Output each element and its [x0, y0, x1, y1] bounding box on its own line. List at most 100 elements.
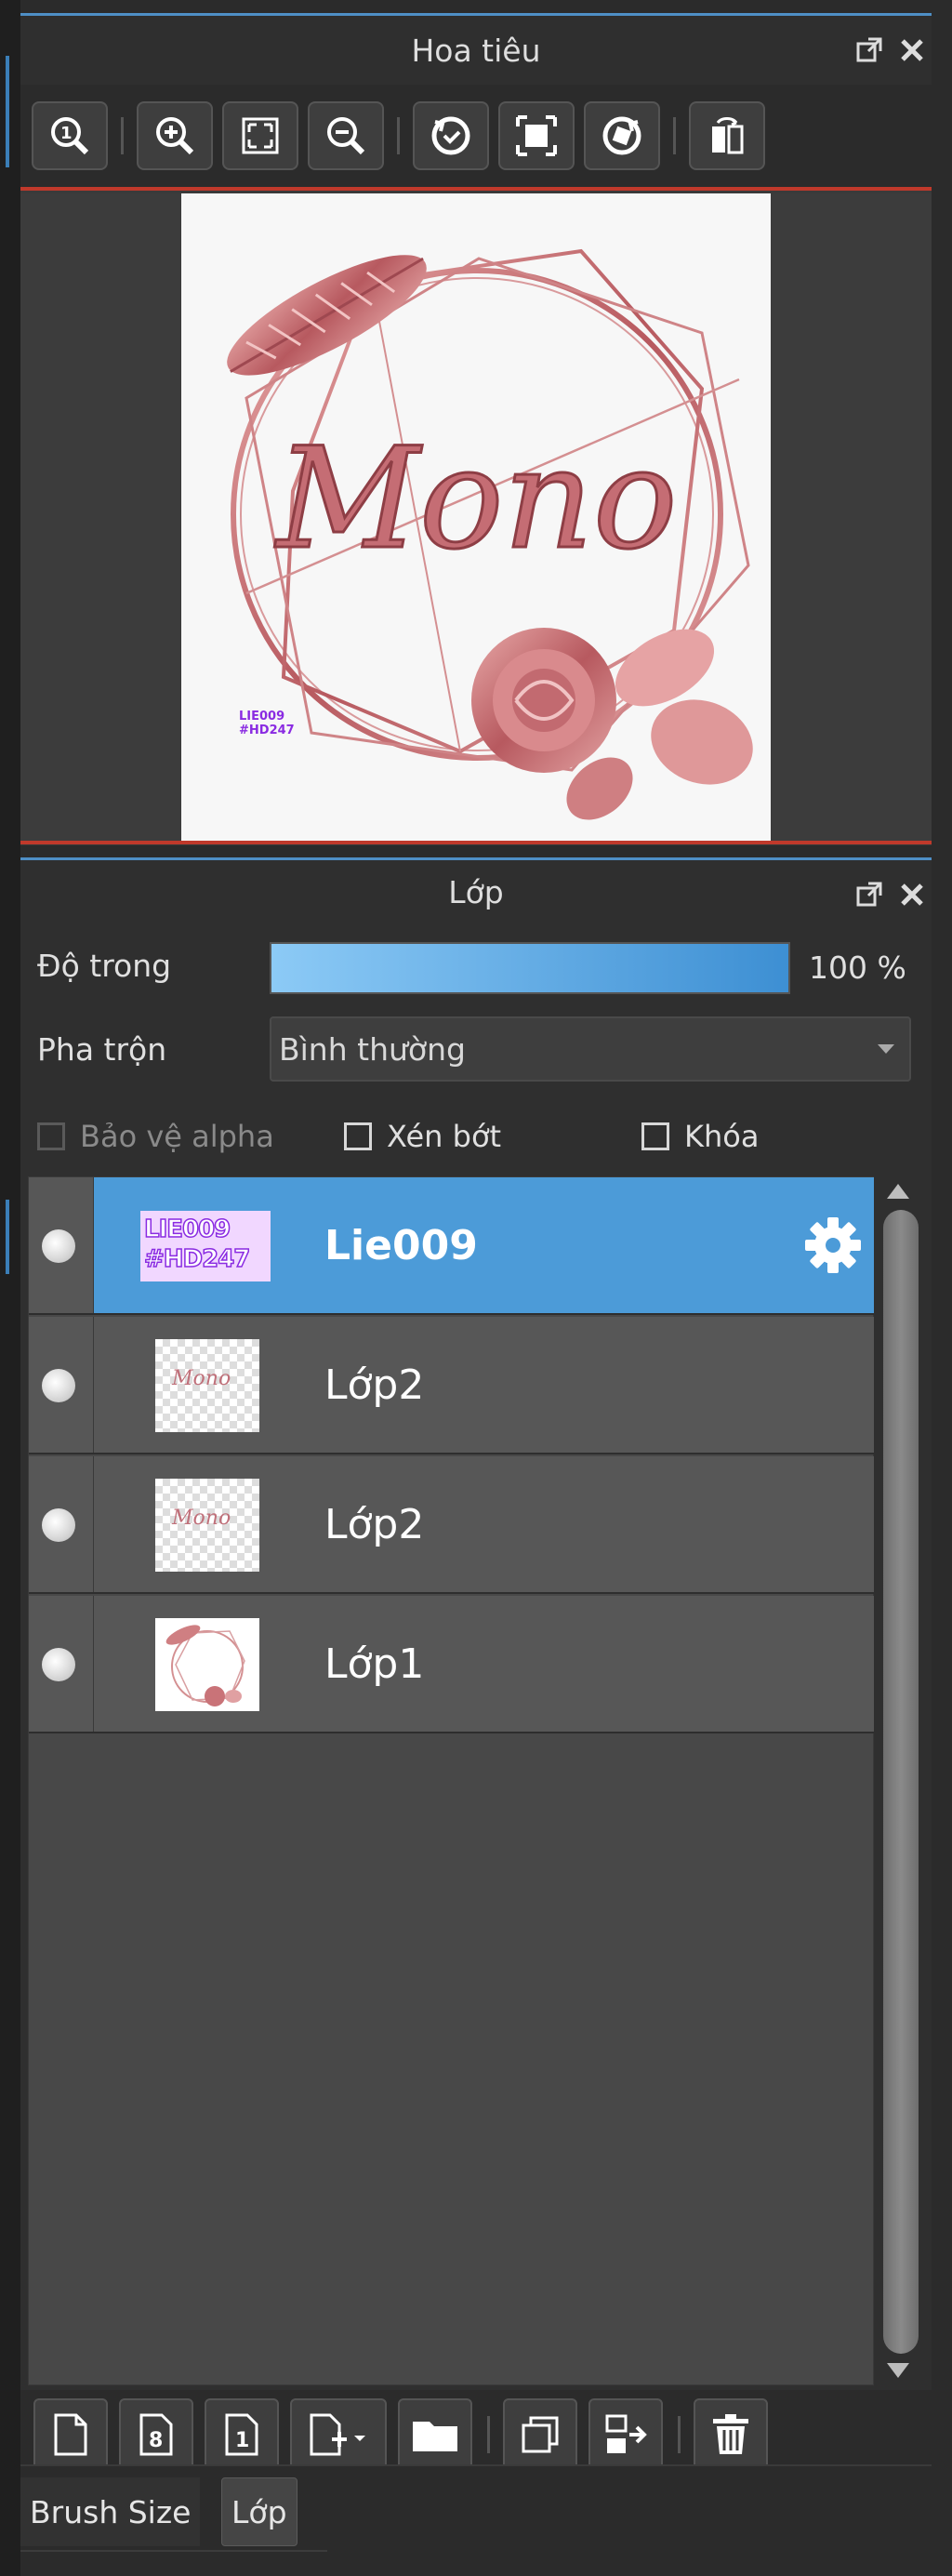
thumbnail-line: #HD247 [143, 1244, 251, 1274]
thumbnail-text: Mono [172, 1367, 231, 1390]
bottom-tab-bar: Brush Size Lớp [20, 2464, 932, 2567]
gear-icon[interactable] [802, 1215, 864, 1276]
merge-down-button[interactable] [588, 2397, 663, 2471]
clipping-label: Xén bớt [387, 1119, 502, 1154]
layer-row-lop1[interactable]: Lớp1 [29, 1596, 875, 1733]
new-8bit-layer-icon: 8 [136, 2411, 177, 2458]
layer-name: Lie009 [324, 1222, 478, 1269]
visibility-toggle[interactable] [29, 1317, 94, 1453]
visibility-toggle[interactable] [29, 1596, 94, 1732]
navigator-toolbar: 1 [20, 85, 932, 187]
new-layer-icon [50, 2411, 91, 2458]
scrollbar-thumb[interactable] [883, 1210, 919, 2354]
new-folder-icon [410, 2414, 460, 2455]
canvas-preview: Mono LIE009 #HD247 [181, 193, 771, 844]
navigator-frame-line [20, 187, 932, 191]
visibility-toggle[interactable] [29, 1177, 94, 1313]
visibility-icon [42, 1229, 75, 1263]
opacity-fill [271, 944, 788, 992]
layers-header: Lớp [20, 860, 932, 923]
toolbar-separator [397, 117, 400, 154]
zoom-in-icon [152, 113, 197, 158]
checkbox-box [641, 1122, 669, 1150]
visibility-icon [42, 1369, 75, 1402]
navigator-view[interactable]: Mono LIE009 #HD247 [20, 193, 932, 844]
navigator-panel: Hoa tiêu 1 Mono LIE009 #HD247 [20, 13, 932, 845]
rose-icon [471, 628, 753, 820]
close-icon[interactable] [898, 881, 926, 909]
edge-accent [6, 1200, 9, 1274]
rotate-left-icon [428, 113, 474, 159]
new-folder-button[interactable] [398, 2397, 472, 2471]
tab-brush-size[interactable]: Brush Size [20, 2477, 201, 2546]
add-special-layer-icon [306, 2411, 371, 2458]
layer-list-scrollbar[interactable] [874, 1176, 926, 2385]
new-1bit-layer-button[interactable]: 1 [205, 2397, 279, 2471]
wreath-thumbnail-icon [165, 1625, 245, 1706]
tab-layers[interactable]: Lớp [221, 2477, 298, 2546]
popout-icon[interactable] [855, 36, 883, 64]
opacity-slider[interactable] [270, 942, 790, 994]
checkbox-box [37, 1122, 65, 1150]
popout-icon[interactable] [855, 881, 883, 909]
trash-icon [709, 2411, 752, 2458]
chevron-down-icon [878, 1044, 894, 1054]
visibility-toggle[interactable] [29, 1456, 94, 1592]
lock-label: Khóa [684, 1119, 760, 1154]
fit-screen-icon [238, 113, 283, 158]
opacity-label: Độ trong [37, 947, 172, 984]
scroll-down-icon[interactable] [887, 2363, 909, 2378]
fullscreen-button[interactable] [498, 101, 575, 170]
protect-alpha-label: Bảo vệ alpha [80, 1119, 274, 1154]
layers-panel: Lớp Độ trong 100 % Pha trộn Bình thường … [20, 857, 932, 2478]
artwork-preview: Mono [227, 248, 753, 820]
layer-thumbnail [155, 1618, 259, 1711]
layer-row-lie009[interactable]: LIE009 #HD247 Lie009 [29, 1177, 875, 1315]
delete-layer-button[interactable] [694, 2397, 768, 2471]
new-1bit-layer-icon: 1 [221, 2411, 262, 2458]
zoom-actual-button[interactable]: 1 [32, 101, 108, 170]
add-special-layer-button[interactable] [290, 2397, 387, 2471]
toolbar-separator [121, 117, 124, 154]
scroll-up-icon[interactable] [887, 1184, 909, 1199]
visibility-icon [42, 1508, 75, 1542]
rotate-right-button[interactable] [584, 101, 660, 170]
fit-screen-button[interactable] [222, 101, 298, 170]
zoom-out-button[interactable] [308, 101, 384, 170]
svg-text:1: 1 [235, 2429, 249, 2452]
left-edge-strip [0, 0, 20, 2576]
visibility-icon [42, 1648, 75, 1681]
layer-row-lop2[interactable]: Mono Lớp2 [29, 1456, 875, 1594]
duplicate-layer-icon [518, 2412, 562, 2457]
layer-name: Lớp1 [324, 1640, 425, 1688]
toolbar-separator [487, 2415, 490, 2453]
fullscreen-icon [514, 113, 559, 158]
rotate-left-button[interactable] [413, 101, 489, 170]
toolbar-separator [673, 117, 676, 154]
layer-row-lop2[interactable]: Mono Lớp2 [29, 1317, 875, 1454]
new-8bit-layer-button[interactable]: 8 [119, 2397, 193, 2471]
toolbar-separator [678, 2415, 681, 2453]
blend-row: Pha trộn Bình thường [20, 1007, 932, 1091]
lock-checkbox[interactable]: Khóa [641, 1119, 759, 1154]
zoom-in-button[interactable] [137, 101, 213, 170]
clipping-checkbox[interactable]: Xén bớt [344, 1119, 501, 1154]
feather-icon [227, 255, 427, 376]
blend-mode-select[interactable]: Bình thường [270, 1016, 911, 1082]
close-icon[interactable] [898, 36, 926, 64]
blend-mode-value: Bình thường [279, 1030, 466, 1068]
layer-thumbnail: LIE009 #HD247 [140, 1211, 271, 1281]
layer-name: Lớp2 [324, 1501, 425, 1548]
flip-horizontal-button[interactable] [689, 101, 765, 170]
duplicate-layer-button[interactable] [503, 2397, 577, 2471]
svg-text:1: 1 [60, 124, 73, 143]
new-layer-button[interactable] [33, 2397, 108, 2471]
thumbnail-line: LIE009 [143, 1215, 231, 1244]
watermark-line: #HD247 [239, 724, 295, 737]
navigator-title: Hoa tiêu [411, 32, 541, 69]
protect-alpha-checkbox[interactable]: Bảo vệ alpha [37, 1119, 274, 1154]
opacity-row: Độ trong 100 % [20, 923, 932, 1007]
blend-label: Pha trộn [37, 1030, 167, 1068]
checkbox-box [344, 1122, 372, 1150]
navigator-frame-line [20, 841, 932, 844]
